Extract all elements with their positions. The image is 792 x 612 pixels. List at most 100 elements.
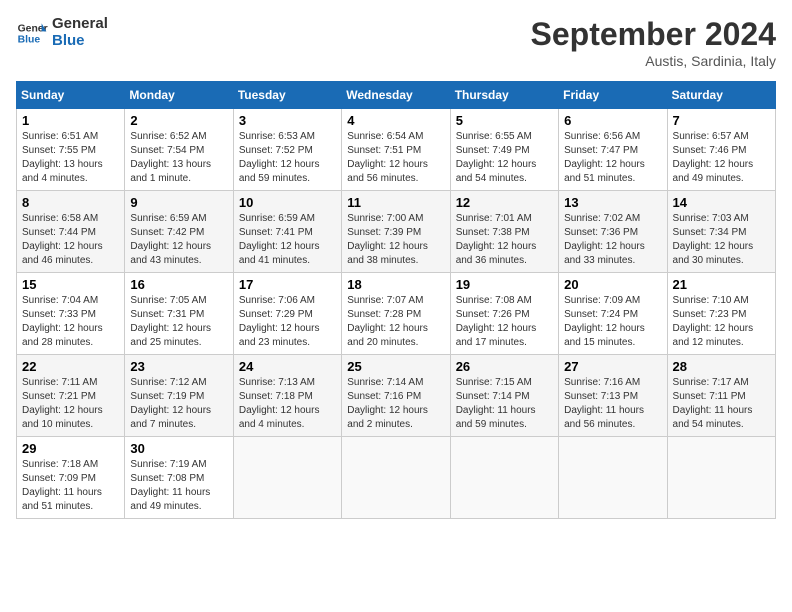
empty-cell <box>342 437 450 519</box>
weekday-header-tuesday: Tuesday <box>233 82 341 109</box>
day-number: 3 <box>239 113 336 128</box>
day-number: 11 <box>347 195 444 210</box>
day-number: 21 <box>673 277 770 292</box>
calendar-day-30: 30 Sunrise: 7:19 AMSunset: 7:08 PMDaylig… <box>125 437 233 519</box>
day-info: Sunrise: 6:58 AMSunset: 7:44 PMDaylight:… <box>22 213 103 266</box>
day-number: 19 <box>456 277 553 292</box>
calendar-day-7: 7 Sunrise: 6:57 AMSunset: 7:46 PMDayligh… <box>667 109 775 191</box>
day-number: 28 <box>673 359 770 374</box>
calendar-day-18: 18 Sunrise: 7:07 AMSunset: 7:28 PMDaylig… <box>342 273 450 355</box>
day-number: 12 <box>456 195 553 210</box>
day-number: 18 <box>347 277 444 292</box>
day-number: 16 <box>130 277 227 292</box>
day-info: Sunrise: 7:02 AMSunset: 7:36 PMDaylight:… <box>564 213 645 266</box>
empty-cell <box>667 437 775 519</box>
weekday-header-friday: Friday <box>559 82 667 109</box>
logo-line2: Blue <box>52 33 108 50</box>
day-info: Sunrise: 7:18 AMSunset: 7:09 PMDaylight:… <box>22 459 102 512</box>
calendar-day-26: 26 Sunrise: 7:15 AMSunset: 7:14 PMDaylig… <box>450 355 558 437</box>
day-number: 22 <box>22 359 119 374</box>
day-info: Sunrise: 6:54 AMSunset: 7:51 PMDaylight:… <box>347 131 428 184</box>
day-number: 14 <box>673 195 770 210</box>
day-number: 20 <box>564 277 661 292</box>
day-number: 4 <box>347 113 444 128</box>
calendar-day-23: 23 Sunrise: 7:12 AMSunset: 7:19 PMDaylig… <box>125 355 233 437</box>
day-info: Sunrise: 7:01 AMSunset: 7:38 PMDaylight:… <box>456 213 537 266</box>
day-info: Sunrise: 7:06 AMSunset: 7:29 PMDaylight:… <box>239 295 320 348</box>
day-info: Sunrise: 6:53 AMSunset: 7:52 PMDaylight:… <box>239 131 320 184</box>
day-info: Sunrise: 7:04 AMSunset: 7:33 PMDaylight:… <box>22 295 103 348</box>
logo-line1: General <box>52 16 108 33</box>
day-number: 7 <box>673 113 770 128</box>
calendar-day-5: 5 Sunrise: 6:55 AMSunset: 7:49 PMDayligh… <box>450 109 558 191</box>
weekday-header-thursday: Thursday <box>450 82 558 109</box>
day-number: 9 <box>130 195 227 210</box>
day-info: Sunrise: 7:09 AMSunset: 7:24 PMDaylight:… <box>564 295 645 348</box>
day-number: 29 <box>22 441 119 456</box>
day-number: 27 <box>564 359 661 374</box>
day-info: Sunrise: 7:10 AMSunset: 7:23 PMDaylight:… <box>673 295 754 348</box>
calendar-day-22: 22 Sunrise: 7:11 AMSunset: 7:21 PMDaylig… <box>17 355 125 437</box>
calendar-day-24: 24 Sunrise: 7:13 AMSunset: 7:18 PMDaylig… <box>233 355 341 437</box>
day-number: 8 <box>22 195 119 210</box>
day-number: 17 <box>239 277 336 292</box>
empty-cell <box>559 437 667 519</box>
calendar-day-17: 17 Sunrise: 7:06 AMSunset: 7:29 PMDaylig… <box>233 273 341 355</box>
day-info: Sunrise: 7:08 AMSunset: 7:26 PMDaylight:… <box>456 295 537 348</box>
calendar-day-8: 8 Sunrise: 6:58 AMSunset: 7:44 PMDayligh… <box>17 191 125 273</box>
calendar-table: SundayMondayTuesdayWednesdayThursdayFrid… <box>16 81 776 519</box>
day-number: 10 <box>239 195 336 210</box>
day-number: 23 <box>130 359 227 374</box>
calendar-day-12: 12 Sunrise: 7:01 AMSunset: 7:38 PMDaylig… <box>450 191 558 273</box>
calendar-day-13: 13 Sunrise: 7:02 AMSunset: 7:36 PMDaylig… <box>559 191 667 273</box>
day-info: Sunrise: 7:00 AMSunset: 7:39 PMDaylight:… <box>347 213 428 266</box>
title-block: September 2024 Austis, Sardinia, Italy <box>531 16 776 69</box>
day-info: Sunrise: 7:05 AMSunset: 7:31 PMDaylight:… <box>130 295 211 348</box>
day-info: Sunrise: 6:59 AMSunset: 7:41 PMDaylight:… <box>239 213 320 266</box>
empty-cell <box>450 437 558 519</box>
day-number: 2 <box>130 113 227 128</box>
day-info: Sunrise: 7:17 AMSunset: 7:11 PMDaylight:… <box>673 377 753 430</box>
weekday-header-saturday: Saturday <box>667 82 775 109</box>
day-info: Sunrise: 7:13 AMSunset: 7:18 PMDaylight:… <box>239 377 320 430</box>
weekday-header-sunday: Sunday <box>17 82 125 109</box>
day-info: Sunrise: 7:11 AMSunset: 7:21 PMDaylight:… <box>22 377 103 430</box>
logo: General Blue General Blue <box>16 16 108 49</box>
calendar-day-19: 19 Sunrise: 7:08 AMSunset: 7:26 PMDaylig… <box>450 273 558 355</box>
day-info: Sunrise: 6:51 AMSunset: 7:55 PMDaylight:… <box>22 131 103 184</box>
calendar-day-16: 16 Sunrise: 7:05 AMSunset: 7:31 PMDaylig… <box>125 273 233 355</box>
calendar-day-9: 9 Sunrise: 6:59 AMSunset: 7:42 PMDayligh… <box>125 191 233 273</box>
calendar-day-25: 25 Sunrise: 7:14 AMSunset: 7:16 PMDaylig… <box>342 355 450 437</box>
day-number: 15 <box>22 277 119 292</box>
day-info: Sunrise: 6:56 AMSunset: 7:47 PMDaylight:… <box>564 131 645 184</box>
calendar-day-14: 14 Sunrise: 7:03 AMSunset: 7:34 PMDaylig… <box>667 191 775 273</box>
day-info: Sunrise: 7:12 AMSunset: 7:19 PMDaylight:… <box>130 377 211 430</box>
day-info: Sunrise: 6:57 AMSunset: 7:46 PMDaylight:… <box>673 131 754 184</box>
calendar-day-20: 20 Sunrise: 7:09 AMSunset: 7:24 PMDaylig… <box>559 273 667 355</box>
day-info: Sunrise: 7:14 AMSunset: 7:16 PMDaylight:… <box>347 377 428 430</box>
day-number: 1 <box>22 113 119 128</box>
weekday-header-monday: Monday <box>125 82 233 109</box>
day-info: Sunrise: 7:03 AMSunset: 7:34 PMDaylight:… <box>673 213 754 266</box>
day-info: Sunrise: 6:52 AMSunset: 7:54 PMDaylight:… <box>130 131 211 184</box>
day-number: 30 <box>130 441 227 456</box>
calendar-day-29: 29 Sunrise: 7:18 AMSunset: 7:09 PMDaylig… <box>17 437 125 519</box>
calendar-day-27: 27 Sunrise: 7:16 AMSunset: 7:13 PMDaylig… <box>559 355 667 437</box>
day-info: Sunrise: 6:55 AMSunset: 7:49 PMDaylight:… <box>456 131 537 184</box>
day-info: Sunrise: 7:15 AMSunset: 7:14 PMDaylight:… <box>456 377 536 430</box>
day-number: 26 <box>456 359 553 374</box>
day-info: Sunrise: 7:07 AMSunset: 7:28 PMDaylight:… <box>347 295 428 348</box>
day-info: Sunrise: 7:16 AMSunset: 7:13 PMDaylight:… <box>564 377 644 430</box>
month-title: September 2024 <box>531 16 776 53</box>
day-number: 25 <box>347 359 444 374</box>
empty-cell <box>233 437 341 519</box>
calendar-day-2: 2 Sunrise: 6:52 AMSunset: 7:54 PMDayligh… <box>125 109 233 191</box>
day-info: Sunrise: 7:19 AMSunset: 7:08 PMDaylight:… <box>130 459 210 512</box>
location-subtitle: Austis, Sardinia, Italy <box>531 53 776 69</box>
day-info: Sunrise: 6:59 AMSunset: 7:42 PMDaylight:… <box>130 213 211 266</box>
calendar-day-1: 1 Sunrise: 6:51 AMSunset: 7:55 PMDayligh… <box>17 109 125 191</box>
calendar-day-28: 28 Sunrise: 7:17 AMSunset: 7:11 PMDaylig… <box>667 355 775 437</box>
calendar-day-10: 10 Sunrise: 6:59 AMSunset: 7:41 PMDaylig… <box>233 191 341 273</box>
page-header: General Blue General Blue September 2024… <box>16 16 776 69</box>
calendar-day-11: 11 Sunrise: 7:00 AMSunset: 7:39 PMDaylig… <box>342 191 450 273</box>
